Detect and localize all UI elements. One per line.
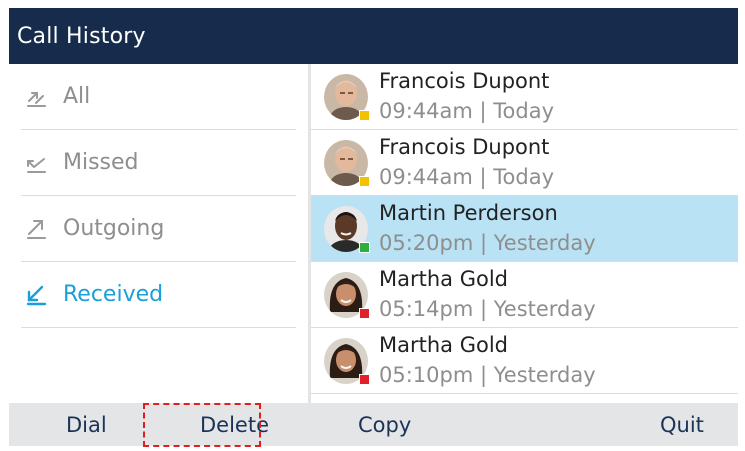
filter-received[interactable]: Received <box>21 262 296 328</box>
filter-received-label: Received <box>63 282 164 307</box>
filter-all[interactable]: All <box>21 64 296 130</box>
caller-name: Francois Dupont <box>379 135 550 159</box>
copy-softkey[interactable]: Copy <box>358 403 411 446</box>
dial-softkey[interactable]: Dial <box>66 403 107 446</box>
filter-missed-label: Missed <box>63 150 139 175</box>
presence-status-icon <box>359 374 370 385</box>
quit-softkey[interactable]: Quit <box>660 403 704 446</box>
received-call-icon <box>21 280 51 310</box>
presence-status-icon <box>359 308 370 319</box>
filter-missed[interactable]: Missed <box>21 130 296 196</box>
call-list-item[interactable]: Martha Gold 05:14pm | Yesterday <box>311 262 738 328</box>
title-bar: Call History <box>9 8 738 64</box>
call-list-item[interactable]: Martha Gold 05:10pm | Yesterday <box>311 328 738 394</box>
presence-status-icon <box>359 176 370 187</box>
phone-screen: Call History All Missed Outgoing Receive… <box>9 8 738 446</box>
call-time: 09:44am | Today <box>379 99 555 123</box>
call-time: 05:20pm | Yesterday <box>379 231 596 255</box>
filter-outgoing-label: Outgoing <box>63 216 165 241</box>
call-list-item[interactable]: Francois Dupont 09:44am | Today <box>311 130 738 196</box>
call-list-item[interactable]: Francois Dupont 09:44am | Today <box>311 64 738 130</box>
all-calls-icon <box>21 82 51 112</box>
delete-highlight-annotation <box>143 403 261 447</box>
outgoing-call-icon <box>21 214 51 244</box>
caller-name: Martin Perderson <box>379 201 558 225</box>
call-list-item-selected[interactable]: Martin Perderson 05:20pm | Yesterday <box>311 196 738 262</box>
presence-status-icon <box>359 242 370 253</box>
softkey-bar: Dial Delete Copy Quit <box>9 403 738 446</box>
call-filter-menu: All Missed Outgoing Received <box>9 64 309 403</box>
caller-name: Martha Gold <box>379 333 508 357</box>
call-time: 05:10pm | Yesterday <box>379 363 596 387</box>
call-time: 09:44am | Today <box>379 165 555 189</box>
caller-name: Martha Gold <box>379 267 508 291</box>
page-title: Call History <box>17 23 146 49</box>
filter-outgoing[interactable]: Outgoing <box>21 196 296 262</box>
caller-name: Francois Dupont <box>379 69 550 93</box>
filter-all-label: All <box>63 84 91 109</box>
call-time: 05:14pm | Yesterday <box>379 297 596 321</box>
presence-status-icon <box>359 110 370 121</box>
missed-call-icon <box>21 148 51 178</box>
call-list: Francois Dupont 09:44am | Today Francois… <box>311 64 738 403</box>
